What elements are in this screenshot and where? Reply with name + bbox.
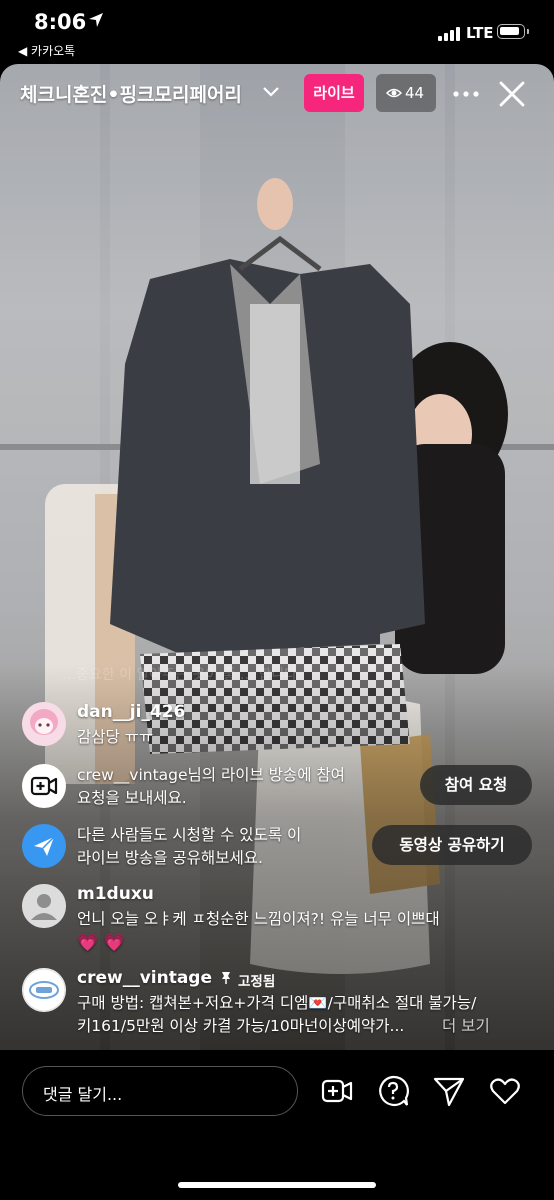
battery-icon [497,24,525,39]
location-arrow-icon [89,13,103,27]
status-bar: 8:06 ◀ 카카오톡 LTE [0,0,554,64]
heart-icon[interactable] [488,1074,522,1108]
comment-input-placeholder: 댓글 달기... [43,1085,123,1104]
comment-username[interactable]: dan__ji_426 [77,702,185,722]
join-request-line1: crew__vintage님의 라이브 방송에 참여 [77,766,345,784]
share-line2: 라이브 방송을 공유해보세요. [77,849,263,867]
see-more-link[interactable]: 더 보기 [442,1015,490,1038]
comment-text: 감삼당 ㅠㅠ [77,728,154,746]
stream-title[interactable]: 체크니혼진•핑크모리페어리 [20,80,242,107]
close-icon[interactable] [498,80,526,108]
comment-input[interactable]: 댓글 달기... [22,1066,298,1116]
home-indicator[interactable] [178,1182,376,1188]
share-line1: 다른 사람들도 시청할 수 있도록 이 [77,826,302,844]
battery-tip [527,29,529,34]
join-request-line2: 요청을 보내세요. [77,789,187,807]
viewer-count-badge[interactable]: 44 [376,74,436,112]
more-options-icon[interactable] [452,82,480,106]
comment-username[interactable]: m1duxu [77,884,154,904]
eye-icon [386,88,402,98]
back-to-app-link[interactable]: ◀ 카카오톡 [18,42,75,59]
chevron-down-icon[interactable] [262,86,280,98]
comment-item: dan__ji_426 감삼당 ㅠㅠ [22,702,532,752]
comment-username[interactable]: crew__vintage [77,968,212,988]
comment-item: m1duxu 언니 오늘 오ㅑ케 ㅍ청순한 느낌이져?! 유늘 너무 이쁘대 💗… [22,884,532,954]
viewer-count: 44 [405,84,425,102]
clock: 8:06 [34,10,87,34]
pin-icon [222,972,230,984]
live-badge: 라이브 [304,74,364,112]
network-type: LTE [466,24,494,42]
share-video-button[interactable]: 동영상 공유하기 [372,825,532,865]
cellular-signal-icon [438,27,460,41]
share-icon-circle [22,824,66,868]
pinned-line1: 구매 방법: 캡쳐본+저요+가격 디엠💌/구매취소 절대 불가능/ [77,994,477,1012]
join-request-icon-circle [22,764,66,808]
pinned-label: 고정됨 [238,974,276,990]
avatar[interactable] [22,702,66,746]
default-avatar[interactable] [22,884,66,928]
request-to-join-icon[interactable] [320,1074,354,1108]
pinned-comment: crew__vintage 고정됨 구매 방법: 캡쳐본+저요+가격 디엠💌/구… [22,968,532,1038]
heart-emoji: 💗 💗 [77,933,125,953]
pinned-line2: 키161/5만원 이상 카결 가능/10마넌이상예약가... [77,1017,405,1035]
comment-text: 언니 오늘 오ㅑ케 ㅍ청순한 느낌이져?! 유늘 너무 이쁘대 [77,910,440,928]
question-icon[interactable] [376,1074,410,1108]
faded-caption: …중요한 이 알아주는 옷이 좋 … 합니다 [62,667,298,683]
join-request-button[interactable]: 참여 요청 [420,765,532,805]
crew-vintage-avatar[interactable] [22,968,66,1012]
send-icon[interactable] [432,1074,466,1108]
